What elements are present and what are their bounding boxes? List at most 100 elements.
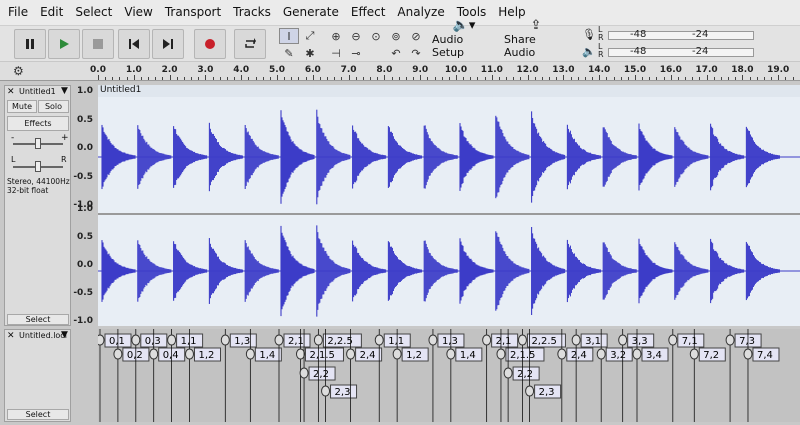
- track-name-button[interactable]: Untitled1: [19, 87, 56, 96]
- track-label[interactable]: 1,3: [428, 329, 465, 422]
- select-track-button[interactable]: Select: [7, 314, 69, 325]
- zoom-in-button[interactable]: ⊕: [326, 28, 346, 44]
- audio-setup-button[interactable]: 🔈▾ Audio Setup: [432, 19, 496, 61]
- label-track-area[interactable]: 0,1 0,2 0,3 0,4 1,1 1,2 1,3 1,4 2,1 2,1.5 2,2 2,2.5…: [98, 329, 800, 422]
- pause-button[interactable]: [14, 29, 46, 59]
- redo-button[interactable]: ↷: [406, 45, 426, 61]
- select-label-track-button[interactable]: Select: [7, 409, 69, 420]
- menu-analyze[interactable]: Analyze: [391, 0, 450, 25]
- draw-tool[interactable]: ✎: [279, 45, 299, 61]
- ruler-label: 14.0: [588, 65, 611, 75]
- menu-generate[interactable]: Generate: [277, 0, 345, 25]
- ruler-minor-tick: [191, 77, 193, 80]
- menu-tracks[interactable]: Tracks: [227, 0, 277, 25]
- menu-bar: File Edit Select View Transport Tracks Generat…: [0, 0, 800, 25]
- toolbar: I ⤢ ✎ ✱ ⊕ ⊖ ⊙ ⊚ ⊘ ⊣ ⊸ ↶ ↷ 🔈▾ Audio Setup…: [0, 19, 800, 61]
- menu-transport[interactable]: Transport: [159, 0, 227, 25]
- svg-text:2,2: 2,2: [313, 369, 329, 380]
- zoom-toggle-icon: ⊘: [411, 29, 421, 43]
- track-label[interactable]: 7,1: [668, 329, 705, 422]
- silence-button[interactable]: ⊸: [346, 45, 366, 61]
- ruler-label: 16.0: [659, 65, 682, 75]
- ruler-minor-tick: [434, 77, 436, 80]
- menu-select[interactable]: Select: [69, 0, 118, 25]
- track-label[interactable]: 1,1: [374, 329, 411, 422]
- timeline-settings-icon[interactable]: ⚙: [13, 64, 24, 78]
- track-label[interactable]: 3,1: [571, 329, 608, 422]
- svg-text:1,4: 1,4: [259, 350, 275, 361]
- ruler-minor-tick: [319, 77, 321, 80]
- mute-button[interactable]: Mute: [7, 100, 37, 113]
- track-label[interactable]: 0,1: [98, 329, 132, 422]
- ruler-label: 11.0: [480, 65, 503, 75]
- selection-tool[interactable]: I: [279, 28, 299, 44]
- clip-name: Untitled1: [100, 85, 142, 95]
- microphone-icon: 🎙: [582, 28, 596, 41]
- skip-to-start-button[interactable]: [118, 29, 150, 59]
- record-meter[interactable]: 🎙 L R -48 -24: [582, 25, 782, 43]
- envelope-tool[interactable]: ⤢: [300, 28, 320, 44]
- fit-selection-button[interactable]: ⊙: [366, 28, 386, 44]
- share-audio-label: Share Audio: [504, 33, 536, 59]
- loop-button[interactable]: [234, 29, 266, 59]
- label-track[interactable]: 0,10,20,30,41,11,21,31,42,12,1.52,22,2.5…: [98, 329, 800, 422]
- undo-button[interactable]: ↶: [386, 45, 406, 61]
- ruler-tick: [706, 75, 708, 80]
- playback-meter[interactable]: 🔈 L R -48 -24: [582, 42, 782, 60]
- label-track-control-panel: ✕ Untitled.loci ▼ Select: [4, 329, 71, 422]
- share-audio-button[interactable]: ⇪ Share Audio: [504, 19, 568, 61]
- waveform[interactable]: [98, 97, 800, 326]
- ruler-minor-tick: [441, 77, 443, 80]
- record-meter-label-24: -24: [692, 29, 709, 40]
- svg-text:2,2.5: 2,2.5: [327, 336, 352, 347]
- clip-title-bar[interactable]: Untitled1: [98, 85, 800, 97]
- multi-tool[interactable]: ✱: [300, 45, 320, 61]
- skip-to-end-button[interactable]: [152, 29, 184, 59]
- pan-slider-thumb[interactable]: [35, 161, 41, 172]
- menu-file[interactable]: File: [2, 0, 34, 25]
- ruler-tick: [563, 75, 565, 80]
- zoom-out-button[interactable]: ⊖: [346, 28, 366, 44]
- fit-project-button[interactable]: ⊚: [386, 28, 406, 44]
- ruler-minor-tick: [176, 77, 178, 80]
- menu-help[interactable]: Help: [492, 0, 531, 25]
- track-label[interactable]: 1,1: [167, 329, 204, 422]
- ruler-minor-tick: [549, 77, 551, 80]
- menu-view[interactable]: View: [118, 0, 158, 25]
- solo-button[interactable]: Solo: [38, 100, 69, 113]
- track-label[interactable]: 7,3: [725, 329, 762, 422]
- trim-icon: ⊣: [331, 46, 341, 60]
- menu-edit[interactable]: Edit: [34, 0, 69, 25]
- ruler-minor-tick: [398, 77, 400, 80]
- track-label[interactable]: 2,1: [482, 329, 519, 422]
- track-label[interactable]: 3,3: [618, 329, 655, 422]
- menu-effect[interactable]: Effect: [345, 0, 392, 25]
- ruler-tick: [527, 75, 529, 80]
- svg-text:2,4: 2,4: [360, 350, 376, 361]
- ruler-minor-tick: [699, 77, 701, 80]
- play-meter-label-24: -24: [692, 46, 709, 57]
- track-menu-chevron-down-icon[interactable]: ▼: [61, 86, 68, 96]
- stop-button[interactable]: [82, 29, 114, 59]
- ruler-minor-tick: [391, 77, 393, 80]
- ruler-minor-tick: [413, 77, 415, 80]
- ruler-label: 4.0: [233, 65, 250, 75]
- effects-button[interactable]: Effects: [7, 116, 69, 131]
- track-label[interactable]: 0,3: [131, 329, 168, 422]
- svg-text:1,2: 1,2: [406, 350, 422, 361]
- timeline-ruler[interactable]: ⚙ 0.0 1.0 2.0 3.0 4.0 5.0 6.0 7.0 8.0 9.0 10.0 11.0…: [0, 62, 800, 81]
- zoom-toggle-button[interactable]: ⊘: [406, 28, 426, 44]
- label-track-menu-chevron-down-icon[interactable]: ▼: [61, 330, 68, 340]
- record-button[interactable]: [194, 29, 226, 59]
- amplitude-label: 0.0: [77, 143, 93, 153]
- ruler-minor-tick: [269, 77, 271, 80]
- close-track-icon[interactable]: ✕: [7, 87, 15, 97]
- amplitude-label: 0.5: [77, 114, 93, 125]
- close-label-track-icon[interactable]: ✕: [7, 331, 15, 341]
- track-label[interactable]: 1,3: [220, 329, 257, 422]
- label-track-name-button[interactable]: Untitled.loci: [19, 331, 67, 340]
- gain-slider-thumb[interactable]: [35, 138, 41, 149]
- waveform-display[interactable]: Untitled1: [98, 85, 800, 326]
- trim-button[interactable]: ⊣: [326, 45, 346, 61]
- play-button[interactable]: [48, 29, 80, 59]
